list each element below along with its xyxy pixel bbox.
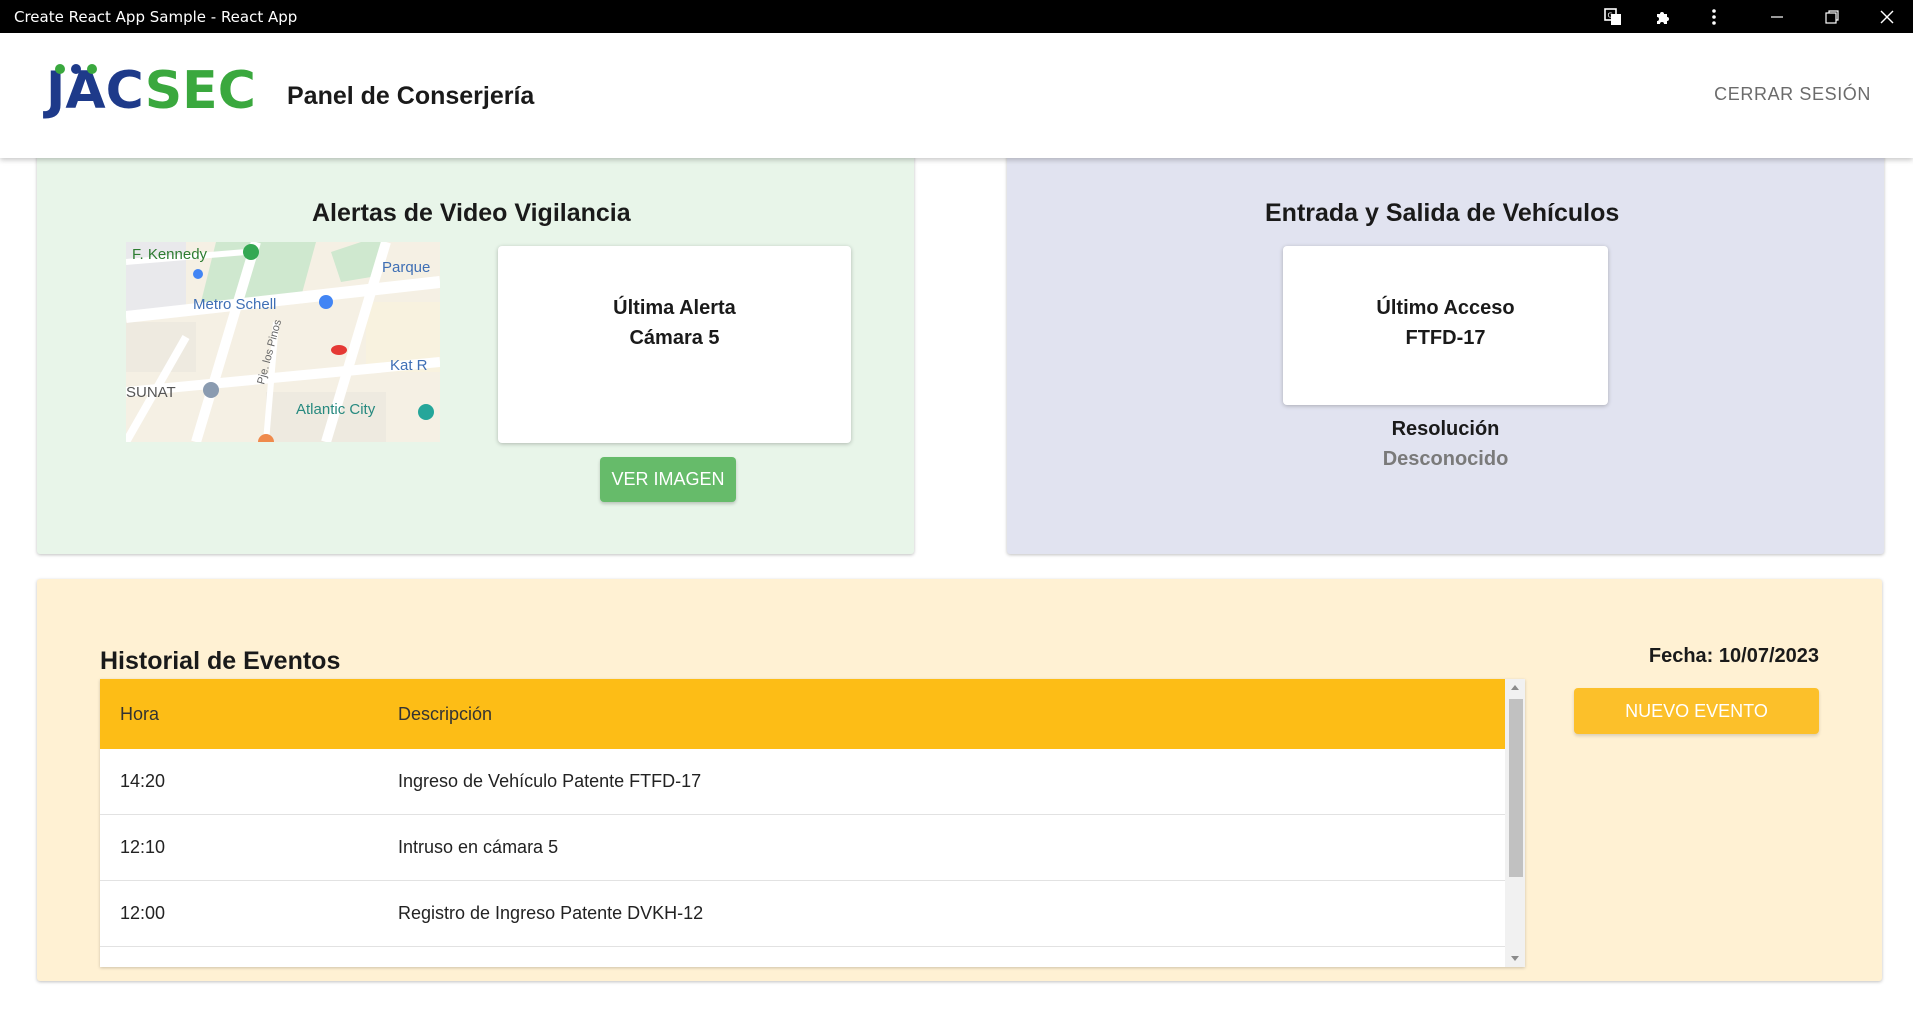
video-panel-title: Alertas de Video Vigilancia <box>312 199 631 227</box>
last-access-card: Último Acceso FTFD-17 <box>1283 246 1608 405</box>
last-access-plate: FTFD-17 <box>1405 327 1486 349</box>
column-header-time[interactable]: Hora <box>120 704 159 725</box>
row-description: Registro de Ingreso Patente DVKH-12 <box>398 903 704 923</box>
restore-icon[interactable] <box>1820 5 1844 29</box>
scroll-down-icon[interactable] <box>1511 956 1519 961</box>
resolution-label: Resolución <box>1391 418 1500 440</box>
more-menu-icon[interactable] <box>1702 5 1726 29</box>
video-alerts-panel: Alertas de Video Vigilancia F. Kennedy P… <box>37 150 914 554</box>
svg-text:G: G <box>1608 12 1613 20</box>
scroll-thumb[interactable] <box>1509 699 1523 877</box>
logout-button[interactable]: CERRAR SESIÓN <box>1714 84 1871 105</box>
resolution-value: Desconocido <box>1382 448 1509 470</box>
events-table[interactable]: Hora Descripción 14:20 Ingreso de Vehícu… <box>100 679 1525 967</box>
translate-icon[interactable]: G <box>1601 5 1625 29</box>
last-access-label: Último Acceso <box>1376 297 1515 319</box>
map-label-kat: Kat R <box>390 357 428 374</box>
last-alert-label: Última Alerta <box>613 297 736 319</box>
close-icon[interactable] <box>1875 5 1899 29</box>
last-alert-camera: Cámara 5 <box>629 327 720 349</box>
row-description: Intruso en cámara 5 <box>398 837 559 857</box>
table-header: Hora Descripción <box>100 679 1505 749</box>
map-label-parque: Parque <box>382 259 430 276</box>
events-history-panel: Historial de Eventos Fecha: 10/07/2023 N… <box>37 579 1882 981</box>
map-label-sunat: SUNAT <box>126 384 176 401</box>
last-alert-card: Última Alerta Cámara 5 <box>498 246 851 443</box>
window-title: Create React App Sample - React App <box>14 8 298 26</box>
app-header: JACSEC Panel de Conserjería CERRAR SESIÓ… <box>0 33 1913 158</box>
new-event-button[interactable]: NUEVO EVENTO <box>1574 688 1819 734</box>
map-view[interactable]: F. Kennedy Parque Metro Schell Pje. los … <box>126 242 440 442</box>
logo-figures-icon <box>55 64 97 74</box>
map-label-metro: Metro Schell <box>193 296 276 313</box>
map-label-atlantic: Atlantic City <box>296 401 376 418</box>
events-panel-title: Historial de Eventos <box>100 647 341 675</box>
page-title: Panel de Conserjería <box>287 82 535 110</box>
row-time: 14:20 <box>120 771 166 791</box>
table-row[interactable]: 14:20 Ingreso de Vehículo Patente FTFD-1… <box>100 749 1505 815</box>
row-time: 12:00 <box>120 903 166 923</box>
row-description: Ingreso de Vehículo Patente FTFD-17 <box>398 771 702 791</box>
column-header-description[interactable]: Descripción <box>398 704 492 725</box>
extensions-icon[interactable] <box>1651 5 1675 29</box>
vehicle-access-panel: Entrada y Salida de Vehículos Último Acc… <box>1007 150 1884 554</box>
map-label-kennedy: F. Kennedy <box>132 246 208 263</box>
table-row[interactable]: 12:10 Intruso en cámara 5 <box>100 815 1505 881</box>
window-titlebar: Create React App Sample - React App G <box>0 0 1913 33</box>
row-time: 12:10 <box>120 837 166 857</box>
date-label: Fecha: 10/07/2023 <box>1648 645 1819 667</box>
scroll-up-icon[interactable] <box>1511 685 1519 690</box>
view-image-button[interactable]: VER IMAGEN <box>600 457 736 502</box>
vehicle-panel-title: Entrada y Salida de Vehículos <box>1265 199 1620 227</box>
table-scrollbar[interactable] <box>1505 679 1525 967</box>
table-row[interactable]: 12:00 Registro de Ingreso Patente DVKH-1… <box>100 881 1505 947</box>
logo-sec: SEC <box>144 61 256 121</box>
minimize-icon[interactable] <box>1765 5 1789 29</box>
